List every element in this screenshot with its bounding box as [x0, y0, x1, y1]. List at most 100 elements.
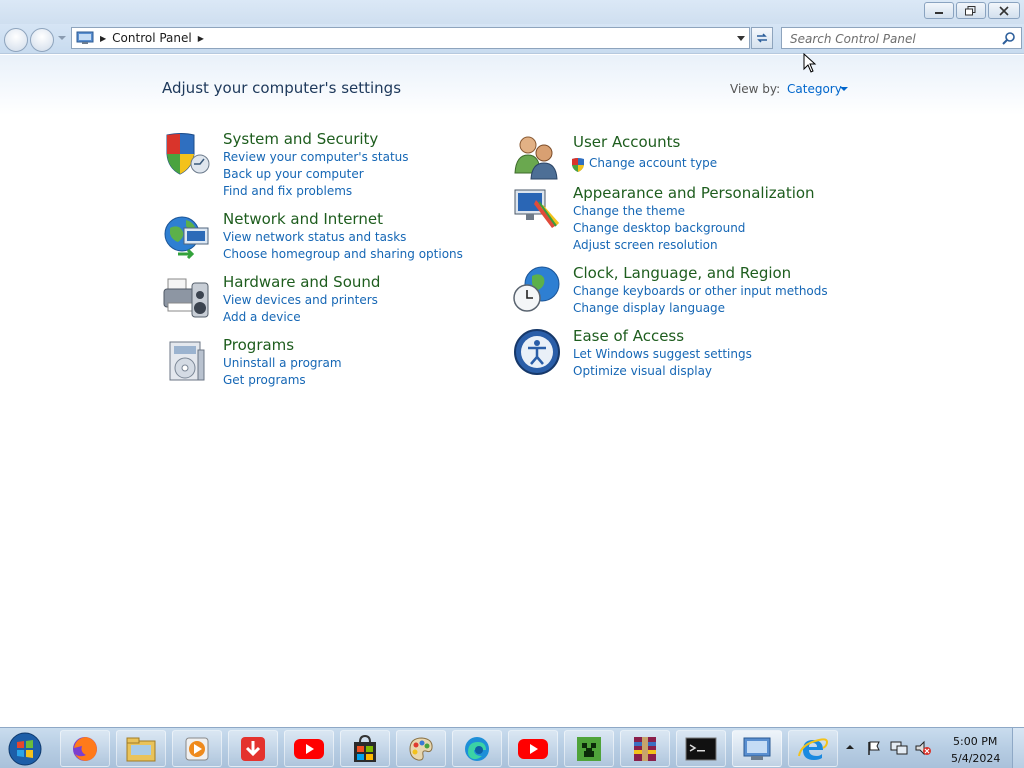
back-button[interactable] [4, 28, 28, 52]
link-find-fix-problems[interactable]: Find and fix problems [223, 184, 352, 198]
monitor-palette-icon[interactable] [512, 184, 562, 234]
category-title[interactable]: Hardware and Sound [223, 273, 380, 291]
taskbar-paint[interactable] [396, 730, 446, 767]
breadcrumb-separator-icon[interactable]: ▶ [100, 34, 106, 43]
action-center-flag-icon[interactable] [866, 740, 882, 756]
taskbar-edge[interactable] [452, 730, 502, 767]
link-optimize-visual[interactable]: Optimize visual display [573, 364, 712, 378]
taskbar: 5:00 PM 5/4/2024 [0, 727, 1024, 768]
control-panel-content: Adjust your computer's settings View by:… [0, 55, 1024, 727]
windows-start-icon[interactable] [5, 731, 45, 767]
address-dropdown-icon[interactable] [737, 36, 745, 41]
command-prompt-icon [685, 737, 717, 760]
shield-icon[interactable] [162, 130, 212, 180]
youtube-icon [518, 738, 548, 759]
control-panel-icon [743, 737, 771, 760]
media-player-icon [185, 737, 209, 760]
search-input[interactable] [782, 29, 992, 49]
refresh-button[interactable] [751, 27, 773, 49]
link-add-device[interactable]: Add a device [223, 310, 301, 324]
search-box[interactable] [781, 27, 1022, 49]
printer-speaker-icon[interactable] [162, 273, 212, 323]
link-keyboards-input[interactable]: Change keyboards or other input methods [573, 284, 828, 298]
view-by-dropdown[interactable]: Category [787, 82, 842, 96]
taskbar-winrar[interactable] [620, 730, 670, 767]
paint-palette-icon [409, 736, 433, 761]
link-review-status[interactable]: Review your computer's status [223, 150, 409, 164]
taskbar-minecraft[interactable] [564, 730, 614, 767]
taskbar-downloader[interactable] [228, 730, 278, 767]
mouse-cursor-icon [803, 53, 817, 73]
clock-date[interactable]: 5/4/2024 [951, 752, 1000, 765]
store-bag-icon [354, 734, 376, 762]
internet-explorer-icon [798, 737, 829, 760]
programs-box-icon[interactable] [162, 336, 212, 386]
link-desktop-background[interactable]: Change desktop background [573, 221, 745, 235]
category-title[interactable]: Appearance and Personalization [573, 184, 815, 202]
refresh-icon [757, 33, 767, 43]
link-display-language[interactable]: Change display language [573, 301, 725, 315]
category-title[interactable]: Clock, Language, and Region [573, 264, 791, 282]
edge-icon [465, 736, 489, 761]
taskbar-media-player[interactable] [172, 730, 222, 767]
ease-of-access-icon[interactable] [512, 327, 562, 377]
taskbar-youtube[interactable] [284, 730, 334, 767]
users-icon[interactable] [512, 133, 562, 183]
recent-pages-dropdown[interactable] [58, 36, 66, 40]
youtube-icon [294, 738, 324, 759]
search-icon[interactable] [1002, 31, 1016, 45]
downloader-icon [241, 736, 265, 761]
firefox-icon [73, 736, 97, 761]
link-back-up[interactable]: Back up your computer [223, 167, 364, 181]
minimize-icon [935, 11, 943, 14]
navigation-bar: ▶ Control Panel ▶ [0, 24, 1024, 54]
volume-muted-icon[interactable] [914, 740, 932, 756]
taskbar-command-prompt[interactable] [676, 730, 726, 767]
link-devices-printers[interactable]: View devices and printers [223, 293, 378, 307]
link-change-theme[interactable]: Change the theme [573, 204, 685, 218]
view-by-label: View by: [730, 82, 781, 96]
close-button[interactable] [988, 2, 1020, 19]
control-panel-icon [76, 31, 94, 44]
view-by-caret-icon[interactable] [840, 87, 848, 91]
category-title[interactable]: Ease of Access [573, 327, 684, 345]
taskbar-firefox[interactable] [60, 730, 110, 767]
winrar-icon [634, 736, 656, 761]
uac-shield-icon [572, 158, 584, 172]
network-globe-icon[interactable] [162, 210, 212, 260]
window-controls [924, 2, 1020, 19]
taskbar-youtube-2[interactable] [508, 730, 558, 767]
link-homegroup-sharing[interactable]: Choose homegroup and sharing options [223, 247, 463, 261]
link-network-status[interactable]: View network status and tasks [223, 230, 406, 244]
taskbar-store[interactable] [340, 730, 390, 767]
page-title: Adjust your computer's settings [162, 79, 402, 97]
minecraft-icon [577, 736, 601, 761]
taskbar-control-panel[interactable] [732, 730, 782, 767]
category-title[interactable]: User Accounts [573, 133, 680, 151]
restore-icon [965, 5, 976, 15]
file-explorer-icon [126, 737, 156, 761]
network-status-icon[interactable] [890, 740, 908, 756]
category-title[interactable]: System and Security [223, 130, 378, 148]
category-title[interactable]: Programs [223, 336, 294, 354]
category-title[interactable]: Network and Internet [223, 210, 383, 228]
forward-button[interactable] [30, 28, 54, 52]
clock-globe-icon[interactable] [512, 264, 562, 314]
link-uninstall-program[interactable]: Uninstall a program [223, 356, 342, 370]
window-titlebar[interactable] [0, 0, 1024, 24]
breadcrumb-chevron-icon[interactable]: ▶ [198, 34, 204, 43]
restore-button[interactable] [956, 2, 986, 19]
taskbar-internet-explorer[interactable] [788, 730, 838, 767]
address-bar[interactable]: ▶ Control Panel ▶ [71, 27, 750, 49]
show-desktop-button[interactable] [1012, 728, 1024, 768]
minimize-button[interactable] [924, 2, 954, 19]
close-icon [999, 5, 1009, 16]
clock-time[interactable]: 5:00 PM [953, 735, 997, 748]
taskbar-file-explorer[interactable] [116, 730, 166, 767]
link-suggest-settings[interactable]: Let Windows suggest settings [573, 347, 752, 361]
link-get-programs[interactable]: Get programs [223, 373, 306, 387]
show-hidden-icons-chevron-icon[interactable] [846, 744, 854, 750]
link-screen-resolution[interactable]: Adjust screen resolution [573, 238, 718, 252]
link-change-account-type[interactable]: Change account type [589, 156, 717, 170]
breadcrumb-control-panel[interactable]: Control Panel [112, 31, 192, 45]
